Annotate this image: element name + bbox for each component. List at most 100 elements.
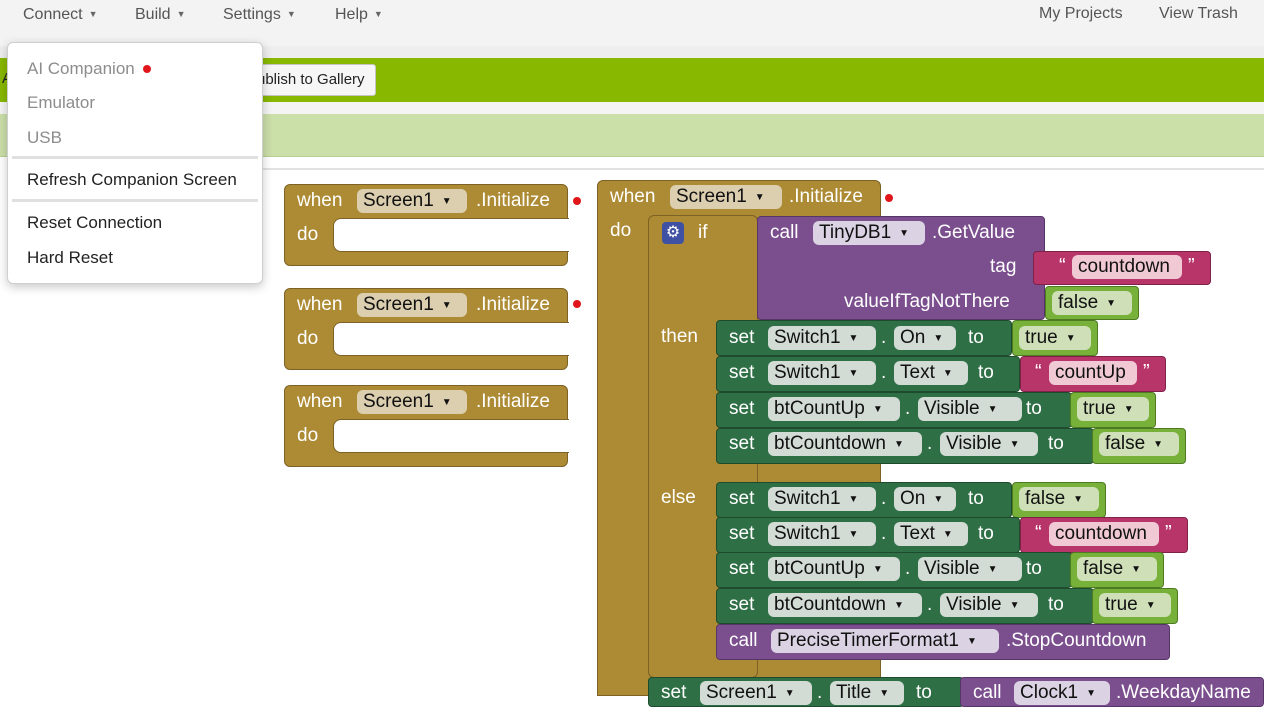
menu-settings-label: Settings — [223, 6, 281, 23]
text-value[interactable]: countdown — [1072, 255, 1182, 279]
to-label: to — [1048, 433, 1064, 454]
component-dropdown[interactable]: Clock1 ▼ — [1014, 681, 1110, 705]
component-name: btCountUp — [774, 558, 865, 579]
property-dropdown[interactable]: Visible ▼ — [918, 557, 1022, 581]
event-do-slot — [333, 419, 569, 453]
property-dropdown[interactable]: On ▼ — [894, 487, 956, 511]
do-label: do — [297, 425, 319, 446]
chevron-down-icon: ▼ — [1065, 333, 1076, 344]
component-name: Screen1 — [676, 186, 747, 207]
component-name: Switch1 — [774, 327, 841, 348]
menu-build[interactable]: Build ▼ — [135, 6, 186, 24]
component-name: Screen1 — [363, 391, 434, 412]
text-value[interactable]: countUp — [1049, 361, 1137, 385]
chevron-down-icon: ▼ — [1009, 600, 1020, 611]
do-label: do — [297, 224, 319, 245]
menu-help[interactable]: Help ▼ — [335, 6, 383, 24]
boolean-dropdown[interactable]: false ▼ — [1019, 487, 1099, 511]
component-dropdown[interactable]: Screen1 ▼ — [357, 390, 467, 414]
tag-label: tag — [990, 256, 1017, 277]
boolean-dropdown[interactable]: false ▼ — [1052, 291, 1132, 315]
boolean-dropdown[interactable]: true ▼ — [1099, 593, 1171, 617]
menu-separator — [12, 156, 258, 159]
chevron-down-icon: ▼ — [441, 300, 452, 311]
set-label: set — [729, 433, 755, 454]
boolean-dropdown[interactable]: false ▼ — [1077, 557, 1157, 581]
method-name: .GetValue — [932, 222, 1016, 243]
workspace-border — [262, 168, 1264, 170]
component-dropdown[interactable]: btCountdown ▼ — [768, 432, 922, 456]
component-name: btCountUp — [774, 398, 865, 419]
menu-item-reset-connection[interactable]: Reset Connection — [27, 213, 162, 233]
to-label: to — [1026, 398, 1042, 419]
component-dropdown[interactable]: Screen1 ▼ — [357, 293, 467, 317]
text-value[interactable]: countdown — [1049, 522, 1159, 546]
to-label: to — [1026, 558, 1042, 579]
menu-connect[interactable]: Connect ▼ — [23, 6, 98, 24]
warning-dot-icon — [573, 197, 581, 205]
component-name: TinyDB1 — [819, 222, 892, 243]
when-label: when — [297, 190, 343, 211]
boolean-dropdown[interactable]: true ▼ — [1019, 326, 1091, 350]
component-dropdown[interactable]: Switch1 ▼ — [768, 361, 876, 385]
menu-settings[interactable]: Settings ▼ — [223, 6, 296, 24]
menu-item-hard-reset[interactable]: Hard Reset — [27, 248, 113, 268]
component-dropdown[interactable]: TinyDB1 ▼ — [813, 221, 925, 245]
component-dropdown[interactable]: Screen1 ▼ — [670, 185, 782, 209]
to-label: to — [968, 327, 984, 348]
chevron-down-icon: ▼ — [1106, 298, 1117, 309]
property-name: On — [900, 327, 926, 348]
dot-label: . — [905, 558, 911, 579]
property-dropdown[interactable]: Text ▼ — [894, 361, 968, 385]
property-dropdown[interactable]: Visible ▼ — [918, 397, 1022, 421]
chevron-down-icon: ▼ — [872, 564, 883, 575]
set-label: set — [729, 523, 755, 544]
event-name: .Initialize — [476, 190, 550, 211]
component-dropdown[interactable]: btCountUp ▼ — [768, 557, 900, 581]
component-name: Switch1 — [774, 362, 841, 383]
close-quote: ” — [1165, 522, 1172, 544]
component-dropdown[interactable]: Screen1 ▼ — [357, 189, 467, 213]
value-if-tag-not-there-label: valueIfTagNotThere — [844, 291, 1010, 312]
do-label: do — [610, 220, 632, 241]
menu-item-emulator[interactable]: Emulator — [27, 93, 95, 113]
component-dropdown[interactable]: PreciseTimerFormat1 ▼ — [771, 629, 999, 653]
component-dropdown[interactable]: Screen1 ▼ — [700, 681, 812, 705]
menu-item-usb[interactable]: USB — [27, 128, 62, 148]
property-dropdown[interactable]: Visible ▼ — [940, 593, 1038, 617]
menu-item-ai-companion[interactable]: AI Companion — [27, 59, 151, 79]
property-dropdown[interactable]: Text ▼ — [894, 522, 968, 546]
gear-icon[interactable]: ⚙ — [662, 222, 684, 244]
set-label: set — [729, 398, 755, 419]
property-dropdown[interactable]: Title ▼ — [830, 681, 904, 705]
chevron-down-icon: ▼ — [872, 404, 883, 415]
menu-item-refresh-companion[interactable]: Refresh Companion Screen — [27, 170, 237, 190]
close-quote: ” — [1143, 361, 1150, 383]
my-projects-link[interactable]: My Projects — [1039, 5, 1123, 23]
view-trash-link[interactable]: View Trash — [1159, 5, 1238, 23]
chevron-down-icon: ▼ — [966, 636, 977, 647]
dot-label: . — [881, 362, 887, 383]
component-dropdown[interactable]: btCountdown ▼ — [768, 593, 922, 617]
open-quote: “ — [1059, 255, 1066, 277]
if-label: if — [698, 222, 708, 243]
chevron-down-icon: ▼ — [848, 368, 859, 379]
property-dropdown[interactable]: On ▼ — [894, 326, 956, 350]
component-dropdown[interactable]: Switch1 ▼ — [768, 522, 876, 546]
component-dropdown[interactable]: Switch1 ▼ — [768, 487, 876, 511]
chevron-down-icon: ▼ — [893, 600, 904, 611]
property-dropdown[interactable]: Visible ▼ — [940, 432, 1038, 456]
component-name: Clock1 — [1020, 682, 1079, 703]
menu-connect-label: Connect — [23, 6, 83, 23]
to-label: to — [1048, 594, 1064, 615]
component-dropdown[interactable]: Switch1 ▼ — [768, 326, 876, 350]
boolean-value: false — [1083, 558, 1124, 579]
component-dropdown[interactable]: btCountUp ▼ — [768, 397, 900, 421]
boolean-dropdown[interactable]: false ▼ — [1099, 432, 1179, 456]
open-quote: “ — [1035, 361, 1042, 383]
property-name: On — [900, 488, 926, 509]
warning-dot-icon — [142, 65, 151, 73]
dot-label: . — [927, 433, 933, 454]
event-do-slot — [333, 218, 569, 252]
boolean-dropdown[interactable]: true ▼ — [1077, 397, 1149, 421]
